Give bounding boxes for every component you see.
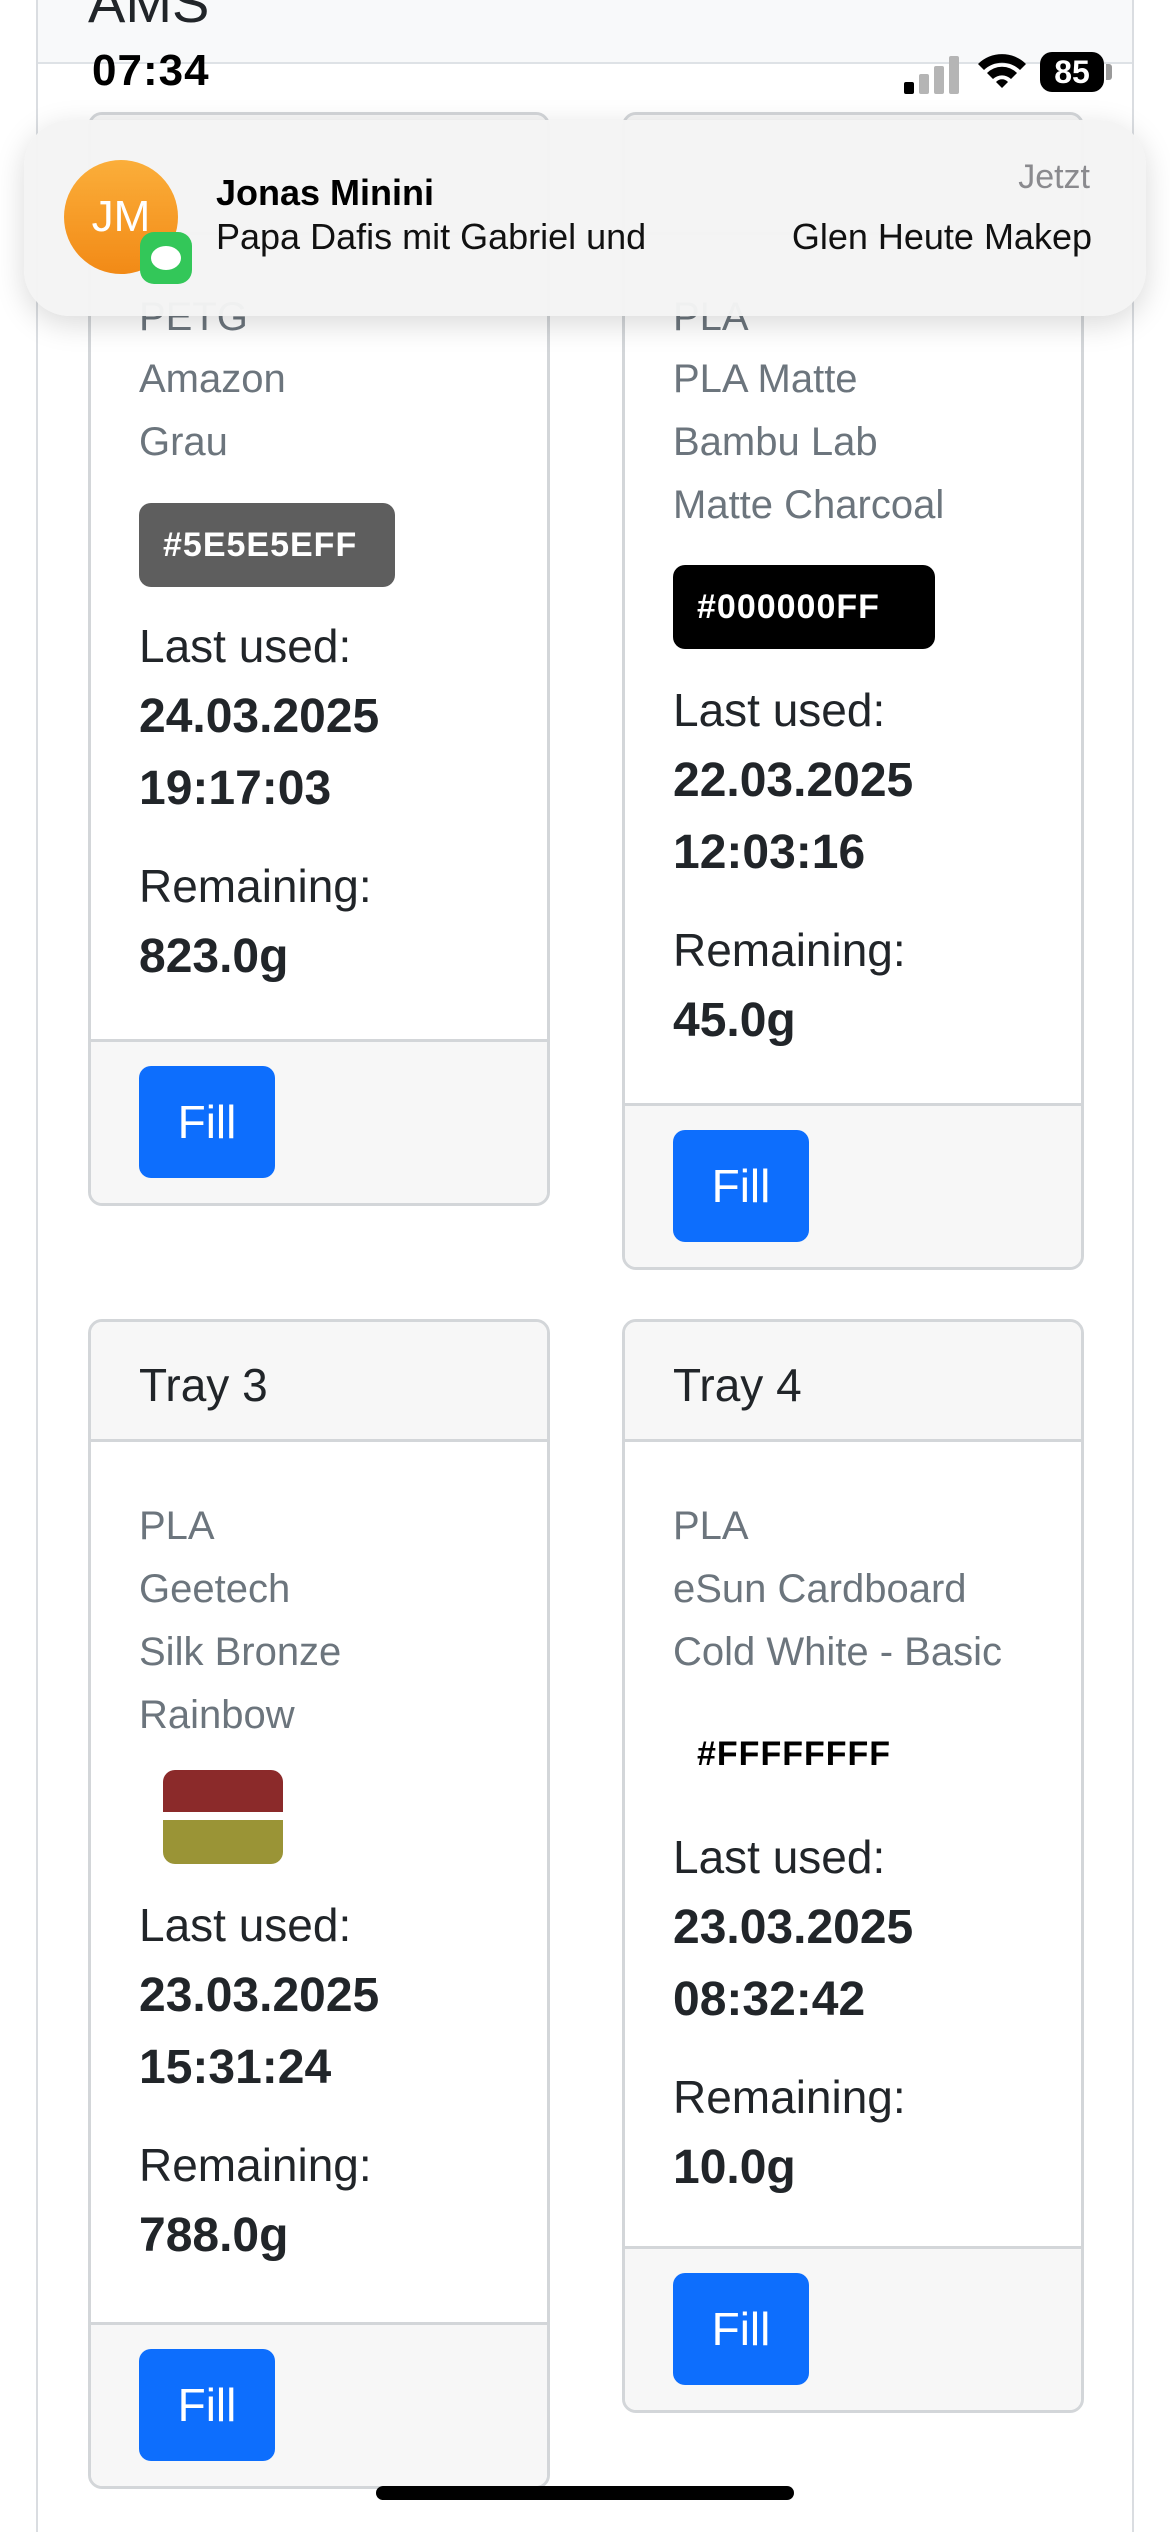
notification-text-right: Glen Heute Makep xyxy=(791,216,1092,257)
last-used-date: 22.03.2025 xyxy=(673,754,914,807)
notification-sender: Jonas Minini xyxy=(216,172,435,213)
card-header: Tray 3 xyxy=(91,1322,547,1442)
filament-brand: Amazon xyxy=(139,357,286,401)
swatch-band-top xyxy=(163,1770,283,1812)
last-used-date: 24.03.2025 xyxy=(139,690,380,743)
last-used-label: Last used: xyxy=(673,684,886,736)
last-used-time: 12:03:16 xyxy=(673,826,866,879)
last-used-label: Last used: xyxy=(139,1899,352,1951)
filament-type: PLA xyxy=(673,1504,749,1548)
card-header: Tray 4 xyxy=(625,1322,1081,1442)
remaining-label: Remaining: xyxy=(139,2139,372,2191)
last-used-time: 19:17:03 xyxy=(139,762,332,815)
status-time: 07:34 xyxy=(92,46,210,95)
tray-title: Tray 4 xyxy=(673,1359,802,1411)
card-footer: Fill xyxy=(91,2322,547,2486)
fill-button[interactable]: Fill xyxy=(139,2349,275,2461)
message-notification[interactable]: JM Jonas Minini Jetzt Papa Dafis mit Gab… xyxy=(24,120,1146,316)
page-border-right xyxy=(1132,0,1134,2532)
fill-button[interactable]: Fill xyxy=(673,1130,809,1242)
last-used-date: 23.03.2025 xyxy=(139,1969,380,2022)
filament-type: PLA xyxy=(139,1504,215,1548)
fill-button[interactable]: Fill xyxy=(139,1066,275,1178)
tray-card-3: Tray 3 PLA Geetech Silk Bronze Rainbow L… xyxy=(88,1319,550,2489)
cellular-signal-icon xyxy=(904,52,960,94)
notification-body: Papa Dafis mit Gabriel und Glen Heute Ma… xyxy=(216,216,1092,258)
notification-time: Jetzt xyxy=(1018,158,1090,196)
filament-color-name: Matte Charcoal xyxy=(673,483,945,527)
avatar-initials: JM xyxy=(91,192,151,241)
last-used-label: Last used: xyxy=(673,1831,886,1883)
fill-button[interactable]: Fill xyxy=(673,2273,809,2385)
battery-icon: 85 xyxy=(1040,52,1104,92)
card-footer: Fill xyxy=(625,2246,1081,2410)
card-footer: Fill xyxy=(625,1103,1081,1267)
notification-text-left: Papa Dafis mit Gabriel und xyxy=(216,216,647,257)
last-used-time: 15:31:24 xyxy=(139,2041,332,2094)
battery-level: 85 xyxy=(1054,53,1090,90)
gradient-swatch xyxy=(163,1770,283,1864)
last-used-date: 23.03.2025 xyxy=(673,1901,914,1954)
home-indicator[interactable] xyxy=(376,2486,794,2500)
remaining-label: Remaining: xyxy=(673,924,906,976)
filament-color-name: Grau xyxy=(139,420,228,464)
swatch-band-bottom xyxy=(163,1820,283,1864)
remaining-value: 45.0g xyxy=(673,994,796,1047)
remaining-label: Remaining: xyxy=(139,860,372,912)
color-swatch: #FFFFFFFF xyxy=(673,1712,935,1796)
page-border-left xyxy=(36,0,38,2532)
color-swatch: #5E5E5EFF xyxy=(139,503,395,587)
remaining-label: Remaining: xyxy=(673,2071,906,2123)
page-title: AMS xyxy=(88,0,210,34)
tray-card-4: Tray 4 PLA eSun Cardboard Cold White - B… xyxy=(622,1319,1084,2413)
filament-brand: eSun Cardboard xyxy=(673,1567,967,1611)
last-used-label: Last used: xyxy=(139,620,352,672)
remaining-value: 788.0g xyxy=(139,2209,289,2262)
battery-cap xyxy=(1106,64,1112,80)
last-used-time: 08:32:42 xyxy=(673,1973,866,2026)
remaining-value: 823.0g xyxy=(139,930,289,983)
filament-subtype: PLA Matte xyxy=(673,357,858,401)
messages-app-icon xyxy=(140,232,192,284)
color-swatch: #000000FF xyxy=(673,565,935,649)
wifi-icon xyxy=(976,50,1028,90)
tray-title: Tray 3 xyxy=(139,1359,268,1411)
filament-color-name: Silk Bronze xyxy=(139,1630,342,1674)
filament-color-name-2: Rainbow xyxy=(139,1693,295,1737)
filament-brand: Bambu Lab xyxy=(673,420,878,464)
card-footer: Fill xyxy=(91,1039,547,1203)
filament-brand: Geetech xyxy=(139,1567,291,1611)
filament-color-name: Cold White - Basic xyxy=(673,1630,1002,1674)
remaining-value: 10.0g xyxy=(673,2141,796,2194)
